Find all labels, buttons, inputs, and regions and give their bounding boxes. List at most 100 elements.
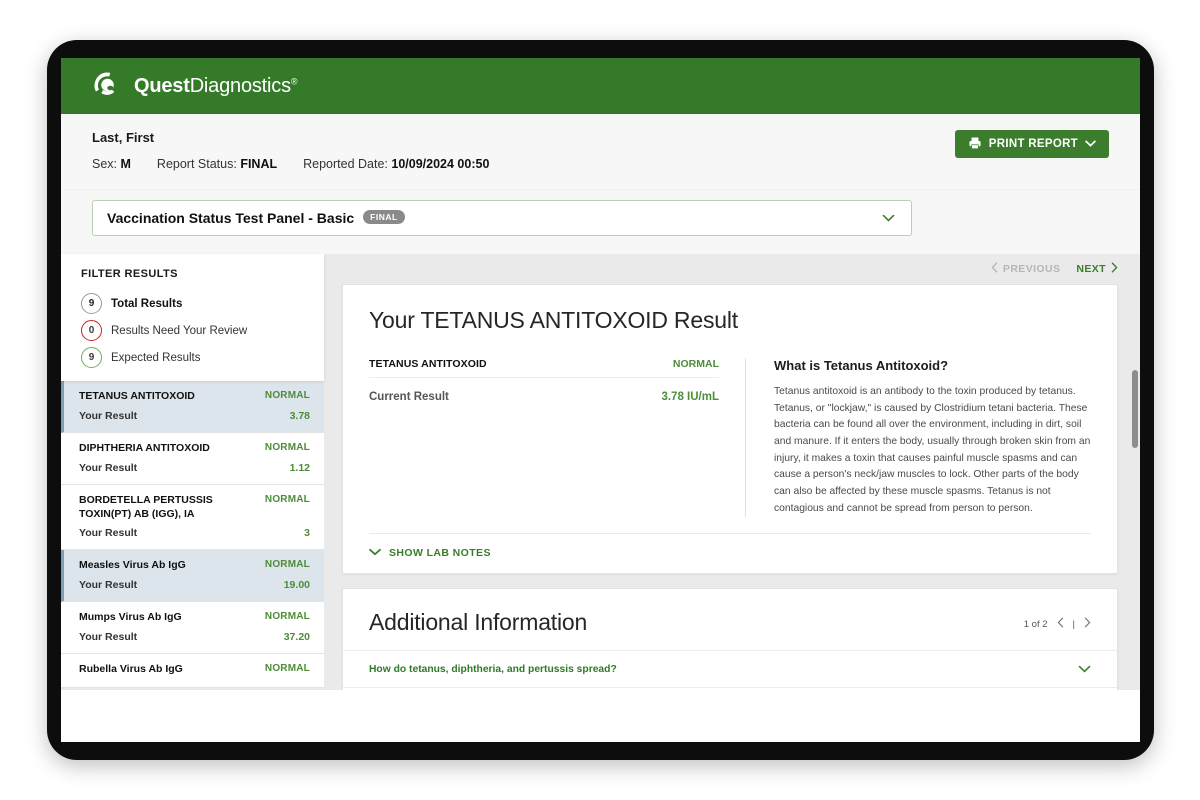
previous-result-button[interactable]: PREVIOUS — [991, 262, 1060, 276]
list-item[interactable]: Measles Virus Ab IgGNORMAL Your Result 19… — [61, 550, 324, 602]
additional-information-card: Additional Information 1 of 2 | — [342, 588, 1118, 690]
chevron-down-icon — [369, 547, 381, 559]
result-name: Mumps Virus Ab IgG — [79, 611, 265, 625]
reported-date-value: 10/09/2024 00:50 — [391, 157, 489, 171]
status-badge: NORMAL — [265, 390, 310, 401]
lab-notes-section: SHOW LAB NOTES — [369, 533, 1091, 573]
filter-item-label: Total Results — [111, 298, 182, 310]
filter-count-badge: 9 — [81, 293, 102, 314]
list-item[interactable]: Mumps Virus Ab IgGNORMAL Your Result 37.2… — [61, 602, 324, 654]
filter-item-needs-review[interactable]: 0 Results Need Your Review — [61, 317, 324, 344]
panel-select[interactable]: Vaccination Status Test Panel - Basic FI… — [92, 200, 912, 236]
current-result-row: Current Result 3.78 IU/mL — [369, 378, 719, 403]
show-lab-notes-label: SHOW LAB NOTES — [389, 547, 491, 559]
filter-results-card: FILTER RESULTS 9 Total Results 0 Results… — [61, 254, 324, 381]
registered-mark: ® — [291, 76, 297, 86]
result-name: BORDETELLA PERTUSSIS TOXIN(PT) AB (IGG),… — [79, 494, 265, 522]
page-indicator: 1 of 2 — [1024, 619, 1048, 630]
filter-item-expected-results[interactable]: 9 Expected Results — [61, 344, 324, 371]
vertical-scrollbar-track[interactable] — [1131, 254, 1138, 690]
reported-date: Reported Date: 10/09/2024 00:50 — [303, 157, 489, 171]
list-item[interactable]: TETANUS ANTITOXOIDNORMAL Your Result3.78 — [61, 381, 324, 433]
panel-select-area: Vaccination Status Test Panel - Basic FI… — [61, 190, 1140, 254]
result-name: Measles Virus Ab IgG — [79, 559, 265, 573]
brand-name-light: Diagnostics — [190, 75, 291, 97]
print-report-label: PRINT REPORT — [989, 138, 1078, 150]
result-test-name: TETANUS ANTITOXOID — [369, 358, 487, 370]
result-label: Your Result — [79, 631, 137, 643]
status-badge: NORMAL — [265, 611, 310, 622]
filter-count-badge: 9 — [81, 347, 102, 368]
report-status-label: Report Status: — [157, 157, 237, 171]
patient-sex-label: Sex: — [92, 157, 117, 171]
result-detail-card: Your TETANUS ANTITOXOID Result TETANUS A… — [342, 284, 1118, 574]
chevron-right-icon[interactable] — [1084, 617, 1091, 631]
additional-information-title: Additional Information — [369, 609, 587, 636]
print-report-button[interactable]: PRINT REPORT — [955, 130, 1109, 158]
result-list: TETANUS ANTITOXOIDNORMAL Your Result3.78… — [61, 381, 324, 688]
reported-date-label: Reported Date: — [303, 157, 388, 171]
result-value: 19.00 — [284, 579, 310, 591]
result-value: 1.12 — [290, 462, 310, 474]
patient-sex: Sex: M — [92, 157, 131, 171]
brand-header: QuestDiagnostics® — [61, 58, 1140, 114]
result-label: Your Result — [79, 462, 137, 474]
chevron-left-icon[interactable] — [1057, 617, 1064, 631]
patient-sex-value: M — [121, 157, 131, 171]
result-value: 37.20 — [284, 631, 310, 643]
filter-item-label: Results Need Your Review — [111, 325, 247, 337]
filter-item-total-results[interactable]: 9 Total Results — [61, 290, 324, 317]
result-name: DIPHTHERIA ANTITOXOID — [79, 442, 265, 456]
list-item[interactable]: DIPHTHERIA ANTITOXOIDNORMAL Your Result 1… — [61, 433, 324, 485]
result-name: Rubella Virus Ab IgG — [79, 663, 265, 677]
panel-select-title: Vaccination Status Test Panel - Basic — [107, 210, 354, 226]
faq-item[interactable]: How do tetanus, diphtheria, and pertussi… — [343, 650, 1117, 687]
status-badge: NORMAL — [673, 358, 719, 370]
previous-label: PREVIOUS — [1003, 263, 1060, 275]
printer-icon — [968, 136, 982, 153]
filter-item-label: Expected Results — [111, 352, 201, 364]
status-badge: NORMAL — [265, 494, 310, 505]
page-title: Your TETANUS ANTITOXOID Result — [369, 307, 1091, 334]
pager-divider: | — [1073, 619, 1075, 630]
chevron-down-icon — [1078, 662, 1091, 676]
status-badge: NORMAL — [265, 663, 310, 674]
results-sidebar: FILTER RESULTS 9 Total Results 0 Results… — [61, 254, 324, 690]
result-header-row: TETANUS ANTITOXOID NORMAL — [369, 358, 719, 378]
chevron-down-icon — [1085, 138, 1096, 150]
faq-item[interactable]: What do I do if the results show that I … — [343, 687, 1117, 690]
device-frame: QuestDiagnostics® Last, First Sex: M Rep… — [47, 40, 1154, 760]
list-item[interactable]: BORDETELLA PERTUSSIS TOXIN(PT) AB (IGG),… — [61, 485, 324, 551]
chevron-down-icon — [882, 211, 897, 225]
report-status-value: FINAL — [240, 157, 277, 171]
patient-meta: Sex: M Report Status: FINAL Reported Dat… — [92, 157, 1109, 171]
result-value: 3 — [304, 527, 310, 539]
result-label: Your Result — [79, 579, 137, 591]
result-label: Your Result — [79, 410, 137, 422]
info-body: Tetanus antitoxoid is an antibody to the… — [774, 384, 1091, 517]
chevron-right-icon — [1111, 262, 1118, 276]
result-info-column: What is Tetanus Antitoxoid? Tetanus anti… — [745, 358, 1091, 517]
filter-results-title: FILTER RESULTS — [61, 268, 324, 290]
next-result-button[interactable]: NEXT — [1076, 262, 1118, 276]
list-item[interactable]: Rubella Virus Ab IgGNORMAL — [61, 654, 324, 688]
content-body: FILTER RESULTS 9 Total Results 0 Results… — [61, 254, 1140, 690]
result-pager: PREVIOUS NEXT — [324, 254, 1140, 284]
current-result-value: 3.78 IU/mL — [661, 391, 719, 403]
additional-information-pager: 1 of 2 | — [1024, 617, 1091, 636]
result-name: TETANUS ANTITOXOID — [79, 390, 265, 404]
show-lab-notes-button[interactable]: SHOW LAB NOTES — [369, 547, 1091, 559]
brand-wordmark: QuestDiagnostics® — [134, 75, 297, 98]
patient-header: Last, First Sex: M Report Status: FINAL … — [61, 114, 1140, 190]
filter-count-badge: 0 — [81, 320, 102, 341]
detail-pane: PREVIOUS NEXT Your TETANUS ANTITOXOID Re… — [324, 254, 1140, 690]
quest-globe-logo-icon — [92, 70, 124, 102]
status-badge: NORMAL — [265, 442, 310, 453]
report-status: Report Status: FINAL — [157, 157, 277, 171]
vertical-scrollbar-thumb[interactable] — [1132, 370, 1138, 448]
result-label: Your Result — [79, 527, 137, 539]
info-heading: What is Tetanus Antitoxoid? — [774, 358, 1091, 373]
chevron-left-icon — [991, 262, 998, 276]
result-values-column: TETANUS ANTITOXOID NORMAL Current Result… — [369, 358, 745, 517]
status-badge: NORMAL — [265, 559, 310, 570]
